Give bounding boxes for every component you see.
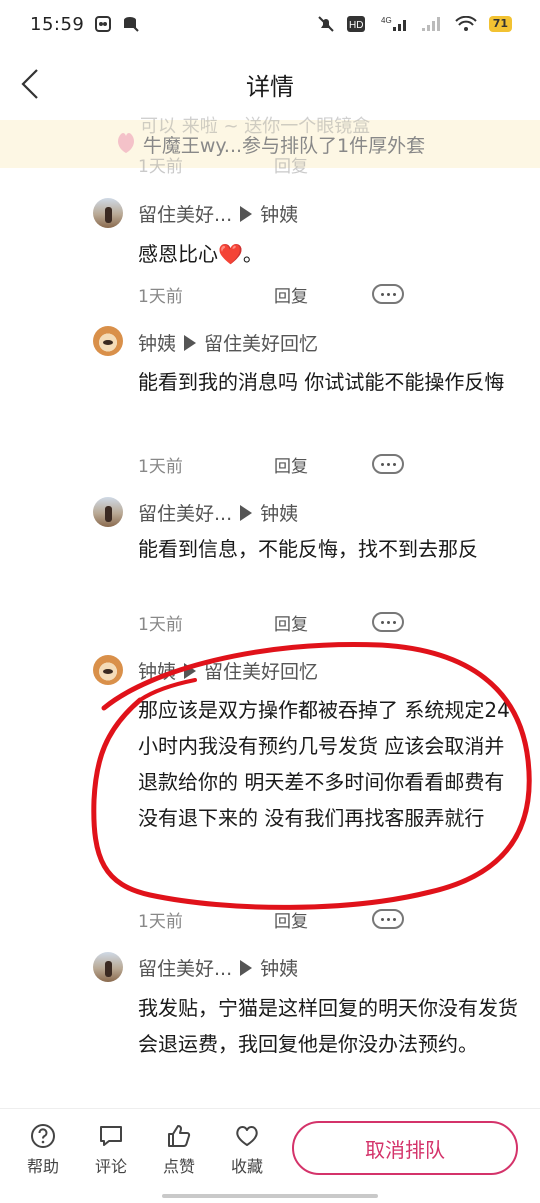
comment-text: 能看到我的消息吗 你试试能不能操作反悔: [138, 370, 505, 394]
comment-reply-to[interactable]: 留住美好回忆: [204, 329, 318, 356]
comment-text: 我发贴，宁猫是这样回复的明天你没有发货会退运费，我回复他是你没办法预约。: [138, 996, 518, 1056]
favorite-label: 收藏: [230, 1157, 263, 1176]
comment-meta: 1天前 回复: [138, 906, 408, 932]
more-options-icon[interactable]: [372, 284, 404, 304]
comment-names: 留住美好... 钟姨: [138, 954, 298, 981]
svg-text:4G: 4G: [381, 16, 392, 25]
mute-bell-icon: [317, 15, 335, 33]
reply-arrow-icon: [184, 334, 197, 351]
comment-icon: [100, 1126, 122, 1146]
status-time: 15:59: [30, 13, 85, 35]
svg-text:HD: HD: [349, 20, 363, 31]
more-options-icon[interactable]: [372, 909, 404, 929]
partial-comment-time: 1天前: [138, 157, 183, 177]
comment-names: 钟姨 留住美好回忆: [138, 329, 318, 356]
sim-icon: [122, 15, 140, 33]
comment-meta: 1天前 回复: [138, 281, 408, 307]
favorite-button[interactable]: 收藏: [217, 1123, 277, 1177]
comment-reply-to[interactable]: 钟姨: [260, 499, 298, 526]
signal-bars-icon: [421, 16, 443, 32]
reply-button[interactable]: 回复: [274, 907, 372, 932]
home-indicator[interactable]: [162, 1194, 378, 1198]
reply-button[interactable]: 回复: [274, 610, 372, 635]
comment-author[interactable]: 留住美好...: [138, 954, 232, 981]
avatar[interactable]: [93, 497, 123, 527]
peach-icon: [115, 130, 137, 159]
comment-author[interactable]: 钟姨: [138, 329, 176, 356]
wifi-icon: [454, 16, 477, 32]
more-options-icon[interactable]: [372, 612, 404, 632]
help-icon: [31, 1124, 55, 1148]
app-notification-icon: [94, 15, 112, 33]
back-button[interactable]: [12, 66, 48, 102]
cancel-queue-button[interactable]: 取消排队: [292, 1121, 518, 1175]
comment-text: 感恩比心❤️。: [138, 242, 263, 266]
comment-names: 留住美好... 钟姨: [138, 200, 298, 227]
comment-reply-to[interactable]: 钟姨: [260, 954, 298, 981]
like-label: 点赞: [162, 1157, 195, 1176]
avatar[interactable]: [93, 326, 123, 356]
comment-text: 那应该是双方操作都被吞掉了 系统规定24小时内我没有预约几号发货 应该会取消并退…: [138, 698, 510, 830]
comment-text: 能看到信息，不能反悔，找不到去那反: [138, 537, 478, 561]
comment-meta: 1天前 回复: [138, 451, 408, 477]
help-button[interactable]: 帮助: [13, 1123, 73, 1177]
comment-author[interactable]: 留住美好...: [138, 200, 232, 227]
comment-button[interactable]: 评论: [81, 1123, 141, 1177]
reply-arrow-icon: [240, 959, 253, 976]
like-button[interactable]: 点赞: [149, 1123, 209, 1177]
signal-4g-icon: 4G: [381, 16, 409, 32]
comment-time: 1天前: [138, 911, 183, 932]
comment-time: 1天前: [138, 286, 183, 307]
reply-arrow-icon: [184, 662, 197, 679]
comment-time: 1天前: [138, 614, 183, 635]
partial-comment-text: 可以 来啦 ~ 送你一个眼镜盒: [140, 116, 371, 137]
comment-time: 1天前: [138, 456, 183, 477]
status-bar: 15:59 HD 4G 71: [0, 0, 540, 48]
avatar[interactable]: [93, 198, 123, 228]
reply-arrow-icon: [240, 504, 253, 521]
avatar[interactable]: [93, 655, 123, 685]
more-options-icon[interactable]: [372, 454, 404, 474]
comment-reply-to[interactable]: 留住美好回忆: [204, 657, 318, 684]
help-label: 帮助: [26, 1157, 59, 1176]
thumbs-up-icon: [168, 1125, 191, 1147]
hd-icon: HD: [346, 16, 369, 32]
partial-comment-reply: 回复: [274, 157, 308, 177]
reply-button[interactable]: 回复: [274, 282, 372, 307]
comment-label: 评论: [94, 1157, 127, 1176]
comment-author[interactable]: 留住美好...: [138, 499, 232, 526]
comment-author[interactable]: 钟姨: [138, 657, 176, 684]
reply-button[interactable]: 回复: [274, 452, 372, 477]
chevron-left-icon: [21, 69, 38, 99]
page-title: 详情: [246, 72, 294, 101]
reply-arrow-icon: [240, 205, 253, 222]
comment-names: 留住美好... 钟姨: [138, 499, 298, 526]
bottom-action-bar: 帮助 评论 点赞 收藏 取消排队: [0, 1108, 540, 1203]
battery-indicator: 71: [488, 16, 512, 32]
avatar[interactable]: [93, 952, 123, 982]
heart-icon: [236, 1126, 258, 1146]
comment-names: 钟姨 留住美好回忆: [138, 657, 318, 684]
comment-reply-to[interactable]: 钟姨: [260, 200, 298, 227]
nav-bar: 详情: [0, 48, 540, 120]
comment-meta: 1天前 回复: [138, 609, 408, 635]
